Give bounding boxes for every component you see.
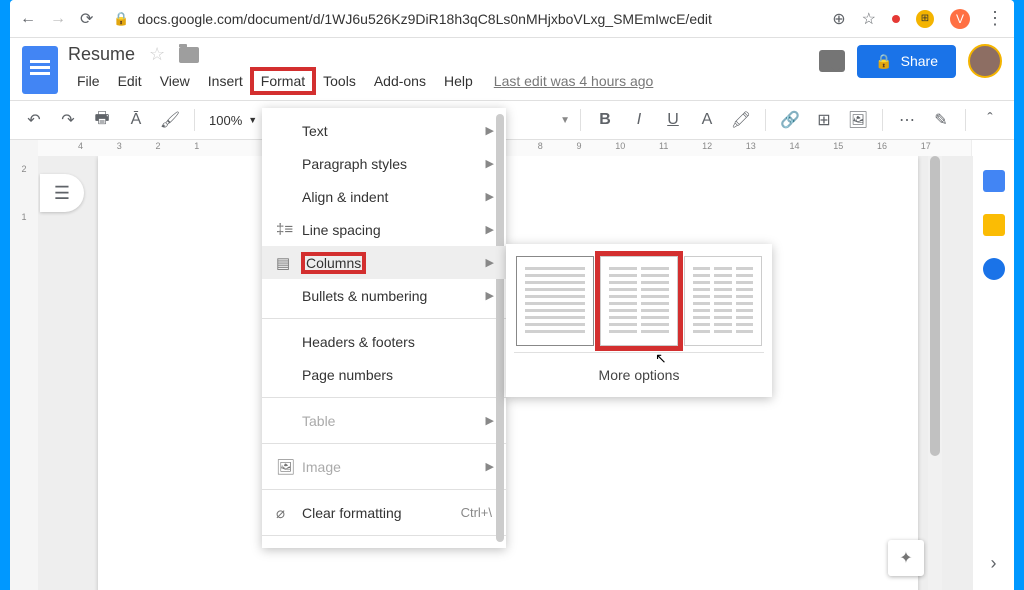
bookmark-star-icon[interactable]: ☆ xyxy=(862,9,876,29)
lock-icon: 🔒 xyxy=(113,11,129,27)
menu-file[interactable]: File xyxy=(68,69,109,93)
extension-icon[interactable] xyxy=(892,15,900,23)
menu-item-headers-footers[interactable]: Headers & footers xyxy=(262,325,506,358)
menu-help[interactable]: Help xyxy=(435,69,482,93)
redo-icon[interactable]: ↷ xyxy=(54,106,82,134)
bold-icon[interactable]: B xyxy=(591,106,619,134)
columns-icon: ▤ xyxy=(276,254,302,272)
columns-option-3[interactable] xyxy=(684,256,762,346)
share-button[interactable]: 🔒 Share xyxy=(857,45,956,78)
tasks-icon[interactable] xyxy=(983,258,1005,280)
menu-item-table: Table▶ xyxy=(262,404,506,437)
zoom-icon[interactable]: ⊕ xyxy=(832,9,845,29)
link-icon[interactable]: 🔗 xyxy=(776,106,804,134)
browser-chrome: ← → ⟳ 🔒 docs.google.com/document/d/1WJ6u… xyxy=(10,0,1014,38)
columns-option-2[interactable] xyxy=(600,256,678,346)
comments-icon[interactable] xyxy=(819,50,845,72)
edit-mode-icon[interactable]: ✎ xyxy=(927,106,955,134)
menu-insert[interactable]: Insert xyxy=(199,69,252,93)
menu-item-line-spacing[interactable]: ‡≡Line spacing▶ xyxy=(262,213,506,246)
menu-edit[interactable]: Edit xyxy=(109,69,151,93)
menu-item-columns[interactable]: ▤Columns▶ xyxy=(262,246,506,279)
menu-tools[interactable]: Tools xyxy=(314,69,365,93)
italic-icon[interactable]: I xyxy=(625,106,653,134)
columns-option-1[interactable] xyxy=(516,256,594,346)
last-edit-link[interactable]: Last edit was 4 hours ago xyxy=(494,73,654,89)
menu-item-align-indent[interactable]: Align & indent▶ xyxy=(262,180,506,213)
share-label: Share xyxy=(901,53,938,69)
format-dropdown: Text▶ Paragraph styles▶ Align & indent▶ … xyxy=(262,108,506,548)
url-bar[interactable]: 🔒 docs.google.com/document/d/1WJ6u526Kz9… xyxy=(107,11,818,27)
toolbar: ↶ ↷ 🖶 Ā 🖌 100% ▼ ▼ B I U A 🖍 🔗 ⊞ 🖼 ⋯ ✎ ˆ xyxy=(10,100,1014,140)
forward-icon[interactable]: → xyxy=(50,10,66,28)
menu-item-paragraph-styles[interactable]: Paragraph styles▶ xyxy=(262,147,506,180)
columns-more-options[interactable]: More options xyxy=(514,353,764,389)
lock-icon: 🔒 xyxy=(875,53,892,70)
more-icon[interactable]: ⋯ xyxy=(893,106,921,134)
menu-item-image: 🖼Image▶ xyxy=(262,450,506,483)
account-avatar[interactable] xyxy=(968,44,1002,78)
menu-view[interactable]: View xyxy=(151,69,199,93)
menu-format[interactable]: Format xyxy=(252,69,314,93)
docs-logo-icon[interactable] xyxy=(22,46,58,94)
url-text: docs.google.com/document/d/1WJ6u526Kz9Di… xyxy=(138,11,712,27)
back-icon[interactable]: ← xyxy=(20,10,36,28)
extension-icon[interactable]: ⊞ xyxy=(916,10,934,28)
menu-item-bullets-numbering[interactable]: Bullets & numbering▶ xyxy=(262,279,506,312)
menu-item-clear-formatting[interactable]: ⌀Clear formattingCtrl+\ xyxy=(262,496,506,529)
keep-icon[interactable] xyxy=(983,214,1005,236)
chrome-menu-icon[interactable]: ⋮ xyxy=(986,8,1004,29)
line-spacing-icon: ‡≡ xyxy=(276,221,302,238)
move-folder-icon[interactable] xyxy=(179,47,199,63)
menu-item-text[interactable]: Text▶ xyxy=(262,114,506,147)
menu-addons[interactable]: Add-ons xyxy=(365,69,435,93)
outline-toggle-button[interactable]: ☰ xyxy=(40,174,84,212)
profile-avatar[interactable]: V xyxy=(950,9,970,29)
collapse-icon[interactable]: ˆ xyxy=(976,106,1004,134)
reload-icon[interactable]: ⟳ xyxy=(80,9,93,29)
columns-submenu: More options xyxy=(506,244,772,397)
spellcheck-icon[interactable]: Ā xyxy=(122,106,150,134)
calendar-icon[interactable] xyxy=(983,170,1005,192)
image-icon: 🖼 xyxy=(276,458,302,476)
docs-header: Resume ☆ File Edit View Insert Format To… xyxy=(10,38,1014,94)
ruler: 43211234567891011121314151617 xyxy=(10,140,1014,156)
document-title[interactable]: Resume xyxy=(68,44,135,65)
print-icon[interactable]: 🖶 xyxy=(88,106,116,134)
expand-sidepanel-icon[interactable]: › xyxy=(991,553,997,574)
vertical-ruler: 21 xyxy=(10,156,38,590)
comment-icon[interactable]: ⊞ xyxy=(810,106,838,134)
explore-button[interactable]: ✦ xyxy=(888,540,924,576)
undo-icon[interactable]: ↶ xyxy=(20,106,48,134)
menu-item-page-numbers[interactable]: Page numbers xyxy=(262,358,506,391)
star-icon[interactable]: ☆ xyxy=(149,44,165,65)
text-color-icon[interactable]: A xyxy=(693,106,721,134)
paint-format-icon[interactable]: 🖌 xyxy=(156,106,184,134)
side-panel: › xyxy=(972,156,1014,590)
image-insert-icon[interactable]: 🖼 xyxy=(844,106,872,134)
scrollbar[interactable] xyxy=(928,156,942,590)
menu-bar: File Edit View Insert Format Tools Add-o… xyxy=(68,69,809,93)
underline-icon[interactable]: U xyxy=(659,106,687,134)
clear-format-icon: ⌀ xyxy=(276,504,302,522)
cursor-icon: ↖ xyxy=(655,350,667,367)
zoom-select[interactable]: 100% ▼ xyxy=(205,113,261,128)
highlight-icon[interactable]: 🖍 xyxy=(727,106,755,134)
